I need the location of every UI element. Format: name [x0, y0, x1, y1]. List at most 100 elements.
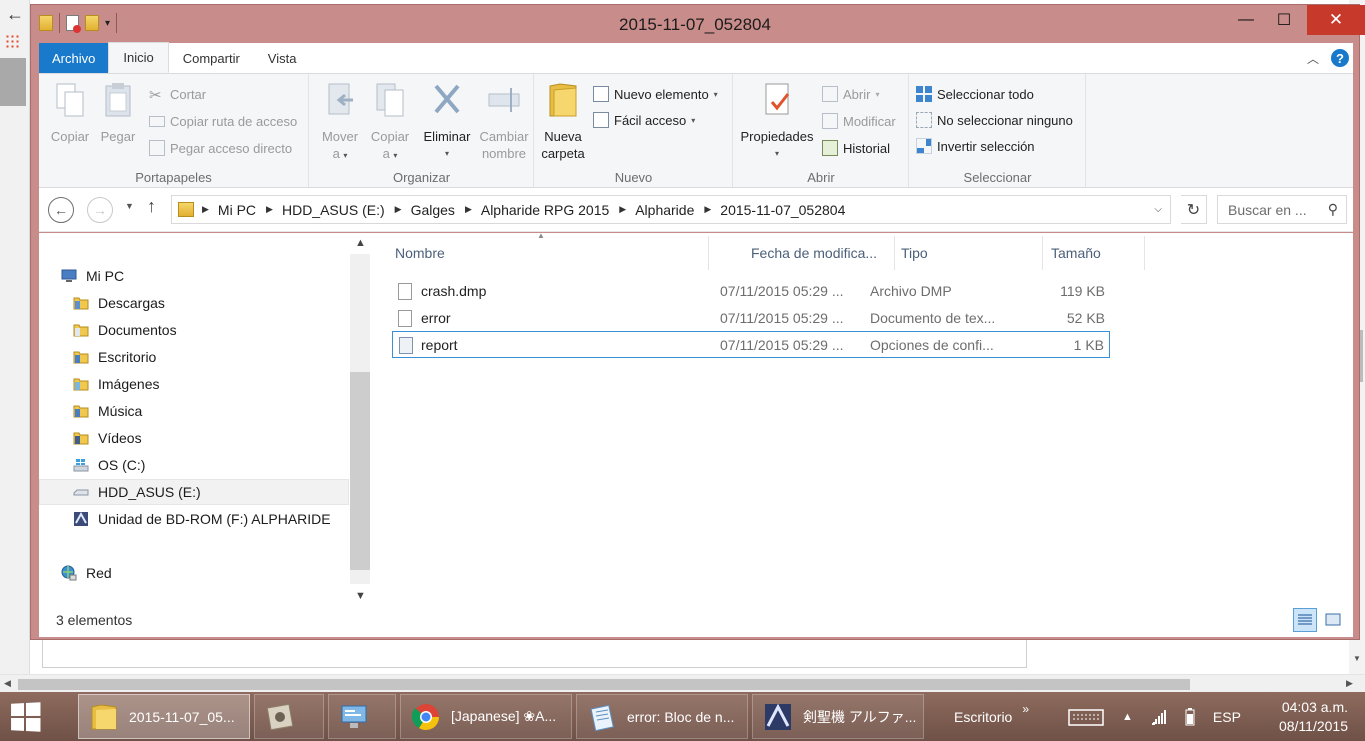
new-folder-button[interactable]: Nueva carpeta: [539, 80, 587, 162]
cut-button[interactable]: ✂ Cortar: [149, 84, 206, 105]
nav-item-musica[interactable]: Música: [73, 398, 142, 424]
refresh-button[interactable]: ↻: [1181, 195, 1207, 224]
network-signal-icon[interactable]: [1151, 709, 1167, 725]
notepad-icon: [590, 704, 614, 731]
scroll-down-icon[interactable]: ▼: [355, 590, 366, 602]
file-row-report[interactable]: report 07/11/2015 05:29 ... Opciones de …: [392, 331, 1110, 358]
breadcrumb-alpharide[interactable]: Alpharide: [635, 202, 694, 218]
language-indicator[interactable]: ESP: [1213, 709, 1241, 725]
horizontal-scrollbar-thumb[interactable]: [18, 679, 1190, 690]
scroll-left-icon[interactable]: ◀: [4, 678, 11, 689]
navigation-scrollbar[interactable]: ▲ ▼: [350, 233, 370, 608]
help-icon[interactable]: ?: [1331, 49, 1349, 67]
invert-selection-button[interactable]: Invertir selección: [916, 136, 1035, 156]
paste-shortcut-label: Pegar acceso directo: [170, 140, 293, 156]
clock[interactable]: 04:03 a.m. 08/11/2015: [1268, 698, 1348, 736]
apps-grid-icon[interactable]: [5, 34, 19, 48]
control-panel-icon: [341, 705, 367, 728]
taskbar-item-explorer[interactable]: 2015-11-07_05...: [78, 694, 250, 739]
back-arrow-icon[interactable]: ←: [6, 4, 24, 25]
nav-item-hdd-asus[interactable]: HDD_ASUS (E:): [39, 479, 349, 505]
breadcrumb-current-folder[interactable]: 2015-11-07_052804: [720, 202, 845, 218]
collapse-ribbon-icon[interactable]: ︿: [1307, 50, 1319, 67]
keyboard-icon[interactable]: [1068, 707, 1104, 727]
back-button[interactable]: ←: [48, 197, 74, 223]
easy-access-button[interactable]: Fácil acceso ▾: [593, 110, 695, 130]
details-view-button[interactable]: [1293, 608, 1317, 632]
scroll-up-icon[interactable]: ▲: [355, 237, 366, 249]
column-header-date[interactable]: Fecha de modifica...: [745, 236, 895, 270]
properties-button[interactable]: Propiedades ▾: [738, 80, 816, 162]
scrollbar-thumb[interactable]: [350, 372, 370, 570]
nav-item-bd-rom[interactable]: Unidad de BD-ROM (F:) ALPHARIDE: [73, 506, 331, 532]
paste-button[interactable]: Pegar: [97, 80, 139, 145]
chrome-icon: [411, 703, 440, 730]
file-row-crash-dmp[interactable]: crash.dmp 07/11/2015 05:29 ... Archivo D…: [392, 278, 1110, 305]
nav-item-os-c[interactable]: OS (C:): [73, 452, 145, 478]
file-row-error[interactable]: error 07/11/2015 05:29 ... Documento de …: [392, 305, 1110, 332]
rename-button[interactable]: Cambiar nombre: [476, 80, 532, 162]
background-sidebar-block: [0, 58, 26, 106]
scroll-down-icon[interactable]: ▼: [1353, 654, 1361, 663]
battery-icon[interactable]: [1185, 707, 1195, 726]
folder-icon: [73, 405, 89, 418]
search-icon[interactable]: ⚲: [1328, 201, 1338, 218]
tab-vista[interactable]: Vista: [254, 43, 311, 73]
nav-item-documentos[interactable]: Documentos: [73, 317, 177, 343]
scroll-right-icon[interactable]: ▶: [1346, 678, 1353, 689]
taskbar-item-chrome[interactable]: [Japanese] ❀A...: [400, 694, 572, 739]
file-type: Documento de tex...: [870, 310, 996, 326]
nav-item-escritorio[interactable]: Escritorio: [73, 344, 156, 370]
nav-item-descargas[interactable]: Descargas: [73, 290, 165, 316]
taskbar-item-control-panel[interactable]: [328, 694, 396, 739]
minimize-button[interactable]: —: [1231, 5, 1261, 35]
tab-archivo[interactable]: Archivo: [39, 43, 109, 73]
copy-to-button[interactable]: Copiar a ▾: [368, 80, 412, 164]
nav-item-videos[interactable]: Vídeos: [73, 425, 142, 451]
up-arrow-icon[interactable]: ↑: [147, 196, 156, 217]
scrollbar-thumb[interactable]: [1360, 330, 1363, 382]
forward-button[interactable]: →: [87, 197, 113, 223]
paste-shortcut-button[interactable]: Pegar acceso directo: [149, 138, 292, 158]
nav-item-mi-pc[interactable]: Mi PC: [61, 263, 124, 289]
taskbar-item-game[interactable]: 剣聖機 アルファ...: [752, 694, 924, 739]
copy-path-button[interactable]: Copiar ruta de acceso: [149, 111, 297, 131]
toolbar-chevron-icon[interactable]: »: [1022, 702, 1029, 716]
breadcrumb-galges[interactable]: Galges: [411, 202, 455, 218]
history-button[interactable]: Historial: [822, 138, 890, 158]
select-none-button[interactable]: No seleccionar ninguno: [916, 110, 1073, 130]
large-icons-view-button[interactable]: [1321, 608, 1345, 632]
breadcrumb-alpharide-rpg[interactable]: Alpharide RPG 2015: [481, 202, 609, 218]
tab-inicio[interactable]: Inicio: [108, 42, 169, 73]
open-button[interactable]: Abrir ▾: [822, 84, 879, 104]
copy-button[interactable]: Copiar: [49, 80, 91, 145]
tab-compartir[interactable]: Compartir: [169, 43, 254, 73]
maximize-button[interactable]: ☐: [1269, 5, 1299, 35]
address-bar[interactable]: ▶ Mi PC ▶ HDD_ASUS (E:) ▶ Galges ▶ Alpharide…: [171, 195, 1171, 224]
edit-button[interactable]: Modificar: [822, 111, 896, 131]
folder-icon: [549, 83, 577, 117]
close-button[interactable]: ✕: [1307, 5, 1365, 35]
recent-locations-dropdown-icon[interactable]: ▼: [125, 201, 134, 211]
column-header-name[interactable]: Nombre: [389, 236, 709, 270]
title-bar[interactable]: ▾ 2015-11-07_052804 — ☐ ✕: [31, 5, 1365, 43]
settings-app-icon: [266, 703, 294, 730]
column-header-type[interactable]: Tipo: [895, 236, 1043, 270]
taskbar-item-settings[interactable]: [254, 694, 324, 739]
breadcrumb-hdd-asus[interactable]: HDD_ASUS (E:): [282, 202, 385, 218]
show-hidden-icons-icon[interactable]: ▲: [1122, 711, 1133, 723]
taskbar-item-notepad[interactable]: error: Bloc de n...: [576, 694, 748, 739]
address-dropdown-icon[interactable]: ⌵: [1154, 204, 1162, 215]
start-windows-icon[interactable]: [11, 702, 41, 732]
delete-button[interactable]: Eliminar ▾: [420, 80, 474, 162]
select-all-button[interactable]: Seleccionar todo: [916, 84, 1034, 104]
background-horizontal-scrollbar[interactable]: ◀ ▶: [0, 674, 1365, 692]
breadcrumb-mi-pc[interactable]: Mi PC: [218, 202, 256, 218]
desktop-toolbar[interactable]: Escritorio »: [954, 692, 1029, 741]
search-input[interactable]: Buscar en ... ⚲: [1217, 195, 1347, 224]
new-item-button[interactable]: Nuevo elemento ▾: [593, 84, 718, 104]
move-to-button[interactable]: Mover a ▾: [318, 80, 362, 164]
nav-item-red[interactable]: Red: [61, 560, 112, 586]
nav-item-imagenes[interactable]: Imágenes: [73, 371, 159, 397]
column-header-size[interactable]: Tamaño: [1045, 236, 1145, 270]
